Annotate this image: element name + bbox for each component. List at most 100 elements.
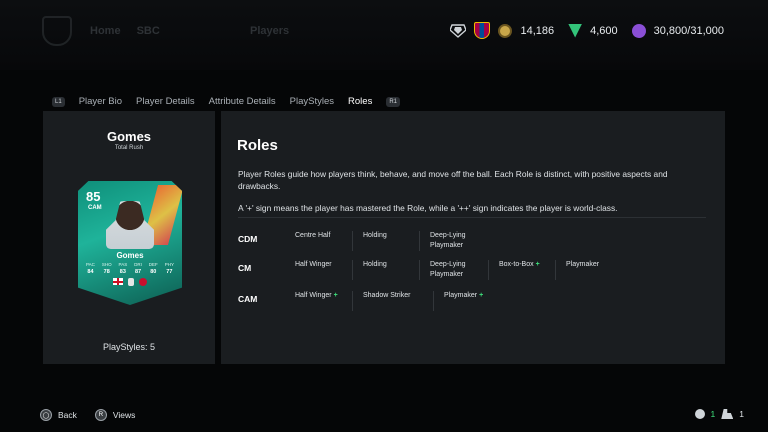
- division-badge-icon: [450, 23, 467, 39]
- back-button-icon[interactable]: ◯: [40, 409, 52, 421]
- player-panel: Gomes Total Rush 85 CAM Gomes PAC 84 SHO 7…: [43, 111, 215, 364]
- card-player-name: Gomes: [116, 251, 144, 260]
- role-name: Centre Half: [295, 232, 331, 239]
- stat-value: 78: [103, 269, 110, 275]
- club-icon: [139, 278, 147, 286]
- points-icon: [568, 23, 583, 38]
- coins-value: 14,186: [520, 24, 555, 37]
- role-item[interactable]: Holding: [363, 231, 389, 241]
- league-icon: [128, 278, 134, 286]
- friends-icon[interactable]: [721, 409, 734, 419]
- nav-item-players[interactable]: Players: [250, 25, 289, 37]
- online-icon: [694, 409, 705, 419]
- role-name: Holding: [363, 232, 387, 239]
- role-item[interactable]: Centre Half: [295, 231, 332, 241]
- role-position: CDM: [238, 234, 258, 244]
- separator: [352, 291, 353, 311]
- stat-value: 87: [134, 269, 142, 275]
- separator: [352, 260, 353, 280]
- role-item[interactable]: Shadow Striker: [363, 291, 412, 301]
- separator: [488, 260, 489, 280]
- stat-value: 84: [87, 269, 94, 275]
- england-flag-icon: [113, 278, 123, 285]
- role-row-cam: CAM Half Winger + Shadow Striker Playmake…: [238, 291, 708, 315]
- stat-label: SHO: [101, 262, 112, 267]
- coins-icon: [498, 23, 513, 38]
- currency-bar: 14,186 4,600 30,800/31,000: [450, 22, 730, 39]
- card-stat: PHY 77: [165, 262, 174, 275]
- game-logo-icon: [42, 16, 72, 46]
- separator: [555, 260, 556, 280]
- card-stat: SHO 78: [102, 262, 112, 275]
- separator: [419, 231, 420, 251]
- player-name: Gomes: [106, 129, 152, 144]
- card-stat: PAC 84: [86, 262, 95, 275]
- bottom-status: 1 1: [694, 409, 744, 419]
- tab-bar: L1 Player Bio Player Details Attribute D…: [52, 96, 400, 107]
- role-name: Playmaker: [444, 292, 478, 299]
- role-plus: +: [535, 261, 540, 268]
- l1-hint-icon: L1: [52, 96, 65, 107]
- stat-label: PAC: [86, 262, 95, 267]
- role-item[interactable]: Half Winger: [295, 260, 334, 270]
- role-item[interactable]: Playmaker: [566, 260, 601, 270]
- season-points-value: 30,800/31,000: [653, 24, 724, 37]
- stat-label: DRI: [134, 262, 142, 267]
- role-plus: +: [333, 292, 338, 299]
- tab-player-details[interactable]: Player Details: [136, 96, 195, 107]
- player-card[interactable]: 85 CAM Gomes PAC 84 SHO 78 PAS 83 DRI 87 DEF…: [78, 181, 182, 305]
- stat-value: 80: [150, 269, 157, 275]
- playstyles-count: PlayStyles: 5: [102, 342, 156, 352]
- club-crest-icon: [474, 22, 491, 39]
- views-button-icon[interactable]: R: [94, 409, 107, 421]
- nav-item-home[interactable]: Home: [90, 25, 121, 37]
- role-name: Deep-Lying Playmaker: [430, 261, 466, 278]
- tab-roles[interactable]: Roles: [348, 96, 372, 107]
- role-item[interactable]: Deep-Lying Playmaker: [430, 260, 486, 280]
- stat-value: 77: [166, 269, 173, 275]
- r1-hint-icon: R1: [386, 96, 400, 107]
- roles-legend: A '+' sign means the player has mastered…: [238, 203, 618, 213]
- back-label[interactable]: Back: [58, 410, 77, 420]
- tab-playstyles[interactable]: PlayStyles: [290, 96, 334, 107]
- role-name: Deep-Lying Playmaker: [430, 232, 466, 249]
- stat-label: PAS: [118, 262, 128, 267]
- stat-value: 83: [119, 269, 126, 275]
- card-stat: PAS 83: [119, 262, 128, 275]
- bottom-controls: ◯ Back R Views: [40, 409, 135, 421]
- card-foot: [78, 278, 182, 286]
- stat-label: PHY: [164, 262, 174, 267]
- role-row-cdm: CDM Centre Half Holding Deep-Lying Playm…: [238, 231, 708, 255]
- online-count: 1: [710, 409, 716, 419]
- roles-title: Roles: [237, 137, 278, 154]
- tab-attribute-details[interactable]: Attribute Details: [209, 96, 276, 107]
- season-points-icon: [631, 23, 646, 38]
- divider: [238, 217, 706, 218]
- roles-description: Player Roles guide how players think, be…: [238, 169, 668, 191]
- separator: [352, 231, 353, 251]
- card-rating: 85: [86, 189, 101, 204]
- tab-player-bio[interactable]: Player Bio: [79, 96, 122, 107]
- role-name: Playmaker: [566, 261, 600, 268]
- role-item[interactable]: Box-to-Box +: [499, 260, 540, 270]
- role-item[interactable]: Deep-Lying Playmaker: [430, 231, 486, 251]
- views-label[interactable]: Views: [113, 410, 136, 420]
- separator: [419, 260, 420, 280]
- role-position: CM: [238, 263, 252, 273]
- stat-label: DEF: [148, 262, 158, 267]
- roles-panel: Roles Player Roles guide how players thi…: [221, 111, 725, 364]
- card-stat: DEF 80: [149, 262, 158, 275]
- points-value: 4,600: [590, 24, 618, 37]
- role-name: Half Winger: [295, 292, 332, 299]
- card-position: CAM: [88, 205, 102, 211]
- role-plus: +: [479, 292, 484, 299]
- role-item[interactable]: Holding: [363, 260, 389, 270]
- role-name: Box-to-Box: [499, 261, 534, 268]
- card-stats: PAC 84 SHO 78 PAS 83 DRI 87 DEF 80 PHY 77: [86, 262, 174, 275]
- nav-item-sbc[interactable]: SBC: [137, 25, 160, 37]
- role-name: Holding: [363, 261, 387, 268]
- role-name: Half Winger: [295, 261, 332, 268]
- card-variant: Total Rush: [114, 145, 144, 151]
- role-item[interactable]: Playmaker +: [444, 291, 483, 301]
- role-item[interactable]: Half Winger +: [295, 291, 338, 301]
